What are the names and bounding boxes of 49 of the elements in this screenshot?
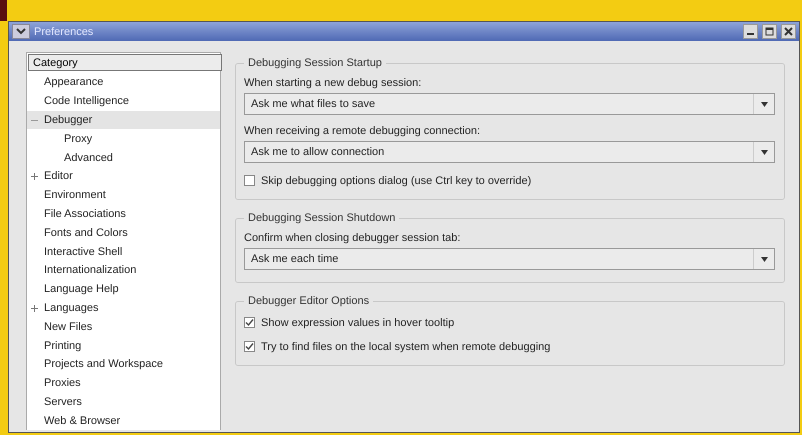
tree-item[interactable]: Languages — [27, 298, 220, 318]
tree-item[interactable]: Fonts and Colors — [27, 223, 220, 242]
tree-item[interactable]: Internationalization — [27, 260, 220, 280]
dropdown-arrow-icon — [760, 150, 768, 154]
tree-item[interactable]: Servers — [27, 392, 220, 412]
field-label: When receiving a remote debugging connection: — [244, 124, 482, 138]
column-header[interactable]: Category — [28, 54, 222, 71]
chevron-down-icon — [16, 28, 26, 35]
tree-item[interactable]: Advanced — [27, 148, 220, 167]
group-title: Debugging Session Startup — [247, 57, 383, 69]
tree-item[interactable]: Appearance — [27, 73, 220, 92]
dropdown-arrow-icon — [760, 102, 768, 106]
tree-item[interactable]: File Associations — [27, 204, 220, 224]
expand-icon[interactable] — [31, 172, 38, 180]
close-icon — [784, 27, 793, 36]
group-title: Debugger Editor Options — [247, 295, 370, 307]
checkbox[interactable] — [244, 175, 255, 186]
maximize-button[interactable] — [762, 24, 777, 39]
tree-item[interactable]: Editor — [27, 166, 220, 186]
frame-edge — [0, 0, 7, 21]
field-label: When starting a new debug session: — [244, 76, 422, 90]
dropdown[interactable]: Ask me to allow connection — [244, 141, 775, 163]
checkbox-label: Skip debugging options dialog (use Ctrl key to override) — [261, 174, 532, 186]
tree-item[interactable]: Interactive Shell — [27, 242, 220, 261]
checkbox-label: Show expression values in hover tooltip — [261, 316, 454, 328]
expand-icon[interactable] — [31, 304, 38, 312]
dropdown[interactable]: Ask me each time — [244, 248, 775, 270]
tree-item[interactable]: Printing — [27, 336, 220, 355]
tree-item[interactable]: Language Help — [27, 280, 220, 299]
field-label: Confirm when closing debugger session tab: — [244, 230, 462, 246]
window-menu-button[interactable] — [12, 24, 30, 39]
checkbox[interactable] — [244, 341, 255, 352]
group-title: Debugging Session Shutdown — [247, 212, 396, 224]
tree-item[interactable]: Code Intelligence — [27, 92, 220, 111]
window-title: Preferences — [34, 26, 94, 38]
tree-item[interactable]: Debugger — [27, 110, 220, 130]
tree-item[interactable]: Projects and Workspace — [27, 354, 220, 374]
tree-item[interactable]: New Files — [27, 317, 220, 336]
dropdown[interactable]: Ask me what files to save — [244, 93, 775, 115]
minimize-button[interactable] — [743, 24, 758, 39]
tree-item[interactable]: Environment — [27, 186, 220, 205]
maximize-icon — [765, 27, 774, 36]
tree-item[interactable]: Web & Browser — [27, 411, 220, 430]
tree-item[interactable]: Proxy — [27, 129, 220, 148]
close-button[interactable] — [781, 24, 796, 39]
checkbox[interactable] — [244, 317, 255, 328]
dropdown-arrow-icon — [760, 256, 768, 262]
tree-item[interactable]: Proxies — [27, 374, 220, 393]
checkbox-label: Try to find files on the local system when remote debugging — [261, 340, 550, 352]
